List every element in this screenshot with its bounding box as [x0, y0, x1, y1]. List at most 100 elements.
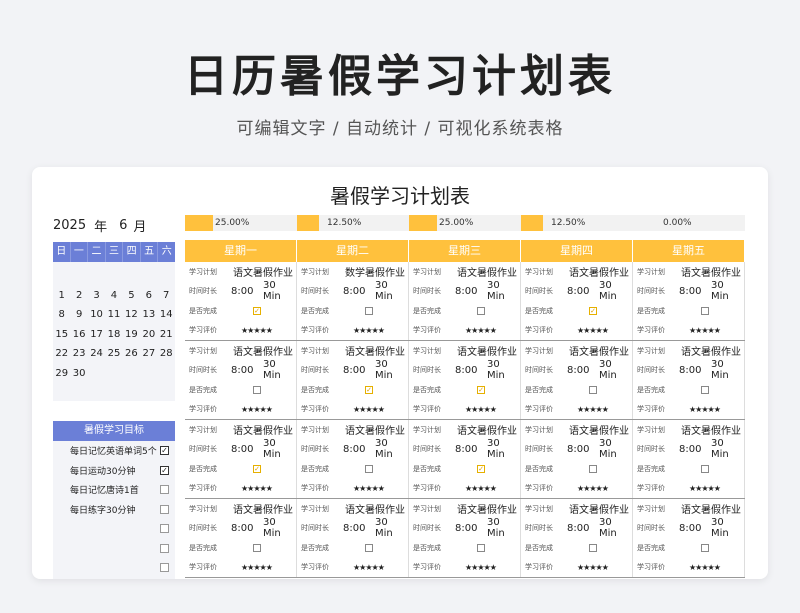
goal-checkbox[interactable] — [160, 524, 169, 533]
calendar-day[interactable]: 11 — [105, 305, 122, 325]
rating-stars[interactable]: ★★★★★ — [465, 326, 497, 335]
start-time[interactable]: 8:00 — [231, 523, 253, 534]
rating-stars[interactable]: ★★★★★ — [689, 484, 721, 493]
done-checkbox[interactable] — [477, 544, 485, 552]
done-checkbox[interactable] — [701, 465, 709, 473]
duration-minutes[interactable]: 30 Min — [375, 280, 408, 302]
rating-stars[interactable]: ★★★★★ — [577, 405, 609, 414]
calendar-day[interactable]: 12 — [123, 305, 140, 325]
duration-minutes[interactable]: 30 Min — [487, 280, 520, 302]
plan-value[interactable]: 语文暑假作业 — [457, 501, 517, 516]
done-checkbox[interactable]: ✓ — [365, 386, 373, 394]
rating-stars[interactable]: ★★★★★ — [353, 405, 385, 414]
rating-stars[interactable]: ★★★★★ — [465, 563, 497, 572]
calendar-day[interactable]: 8 — [53, 305, 70, 325]
duration-minutes[interactable]: 30 Min — [711, 438, 744, 460]
calendar-day[interactable]: 24 — [88, 344, 105, 364]
plan-value[interactable]: 语文暑假作业 — [681, 264, 741, 279]
calendar-day[interactable]: 16 — [70, 325, 87, 345]
done-checkbox[interactable]: ✓ — [477, 465, 485, 473]
done-checkbox[interactable]: ✓ — [589, 307, 597, 315]
duration-minutes[interactable]: 30 Min — [599, 359, 632, 381]
rating-stars[interactable]: ★★★★★ — [577, 326, 609, 335]
calendar-day[interactable] — [140, 364, 157, 384]
plan-value[interactable]: 语文暑假作业 — [569, 501, 629, 516]
rating-stars[interactable]: ★★★★★ — [689, 405, 721, 414]
calendar-day[interactable]: 4 — [105, 286, 122, 306]
calendar-day[interactable]: 28 — [158, 344, 175, 364]
done-checkbox[interactable] — [253, 386, 261, 394]
calendar-day[interactable]: 26 — [123, 344, 140, 364]
month-value[interactable]: 6 — [119, 218, 127, 233]
start-time[interactable]: 8:00 — [679, 286, 701, 297]
goal-checkbox[interactable]: ✓ — [160, 465, 169, 475]
calendar-day[interactable]: 25 — [105, 344, 122, 364]
plan-value[interactable]: 语文暑假作业 — [681, 343, 741, 358]
start-time[interactable]: 8:00 — [231, 286, 253, 297]
calendar-day[interactable] — [88, 364, 105, 384]
calendar-day[interactable] — [105, 364, 122, 384]
rating-stars[interactable]: ★★★★★ — [241, 563, 273, 572]
duration-minutes[interactable]: 30 Min — [263, 517, 296, 539]
calendar-day[interactable]: 22 — [53, 344, 70, 364]
calendar-day[interactable] — [123, 364, 140, 384]
calendar-day[interactable]: 7 — [158, 286, 175, 306]
duration-minutes[interactable]: 30 Min — [263, 359, 296, 381]
duration-minutes[interactable]: 30 Min — [599, 280, 632, 302]
start-time[interactable]: 8:00 — [343, 365, 365, 376]
duration-minutes[interactable]: 30 Min — [711, 359, 744, 381]
done-checkbox[interactable]: ✓ — [253, 307, 261, 315]
done-checkbox[interactable] — [701, 544, 709, 552]
duration-minutes[interactable]: 30 Min — [711, 280, 744, 302]
plan-value[interactable]: 语文暑假作业 — [233, 501, 293, 516]
start-time[interactable]: 8:00 — [567, 365, 589, 376]
start-time[interactable]: 8:00 — [455, 523, 477, 534]
done-checkbox[interactable] — [589, 544, 597, 552]
rating-stars[interactable]: ★★★★★ — [353, 484, 385, 493]
plan-value[interactable]: 语文暑假作业 — [681, 422, 741, 437]
rating-stars[interactable]: ★★★★★ — [577, 563, 609, 572]
start-time[interactable]: 8:00 — [231, 365, 253, 376]
calendar-day[interactable]: 21 — [158, 325, 175, 345]
start-time[interactable]: 8:00 — [679, 365, 701, 376]
duration-minutes[interactable]: 30 Min — [599, 438, 632, 460]
calendar-day[interactable]: 3 — [88, 286, 105, 306]
rating-stars[interactable]: ★★★★★ — [241, 484, 273, 493]
calendar-day[interactable]: 23 — [70, 344, 87, 364]
plan-value[interactable]: 语文暑假作业 — [569, 422, 629, 437]
duration-minutes[interactable]: 30 Min — [487, 359, 520, 381]
rating-stars[interactable]: ★★★★★ — [241, 405, 273, 414]
done-checkbox[interactable] — [365, 465, 373, 473]
calendar-day[interactable]: 10 — [88, 305, 105, 325]
start-time[interactable]: 8:00 — [343, 523, 365, 534]
plan-value[interactable]: 数学暑假作业 — [345, 264, 405, 279]
done-checkbox[interactable] — [365, 307, 373, 315]
plan-value[interactable]: 语文暑假作业 — [457, 264, 517, 279]
goal-checkbox[interactable]: ✓ — [160, 446, 169, 455]
start-time[interactable]: 8:00 — [679, 523, 701, 534]
plan-value[interactable]: 语文暑假作业 — [457, 343, 517, 358]
plan-value[interactable]: 语文暑假作业 — [345, 422, 405, 437]
start-time[interactable]: 8:00 — [343, 286, 365, 297]
goal-checkbox[interactable] — [160, 543, 169, 553]
done-checkbox[interactable]: ✓ — [477, 386, 485, 394]
done-checkbox[interactable]: ✓ — [253, 465, 261, 473]
start-time[interactable]: 8:00 — [567, 523, 589, 534]
plan-value[interactable]: 语文暑假作业 — [345, 501, 405, 516]
calendar-day[interactable]: 30 — [70, 364, 87, 384]
rating-stars[interactable]: ★★★★★ — [465, 405, 497, 414]
rating-stars[interactable]: ★★★★★ — [577, 484, 609, 493]
start-time[interactable]: 8:00 — [343, 444, 365, 455]
rating-stars[interactable]: ★★★★★ — [465, 484, 497, 493]
plan-value[interactable]: 语文暑假作业 — [457, 422, 517, 437]
calendar-day[interactable]: 14 — [158, 305, 175, 325]
rating-stars[interactable]: ★★★★★ — [689, 563, 721, 572]
start-time[interactable]: 8:00 — [679, 444, 701, 455]
done-checkbox[interactable] — [701, 307, 709, 315]
plan-value[interactable]: 语文暑假作业 — [345, 343, 405, 358]
calendar-day[interactable]: 15 — [53, 325, 70, 345]
duration-minutes[interactable]: 30 Min — [487, 438, 520, 460]
done-checkbox[interactable] — [589, 386, 597, 394]
start-time[interactable]: 8:00 — [567, 444, 589, 455]
start-time[interactable]: 8:00 — [567, 286, 589, 297]
